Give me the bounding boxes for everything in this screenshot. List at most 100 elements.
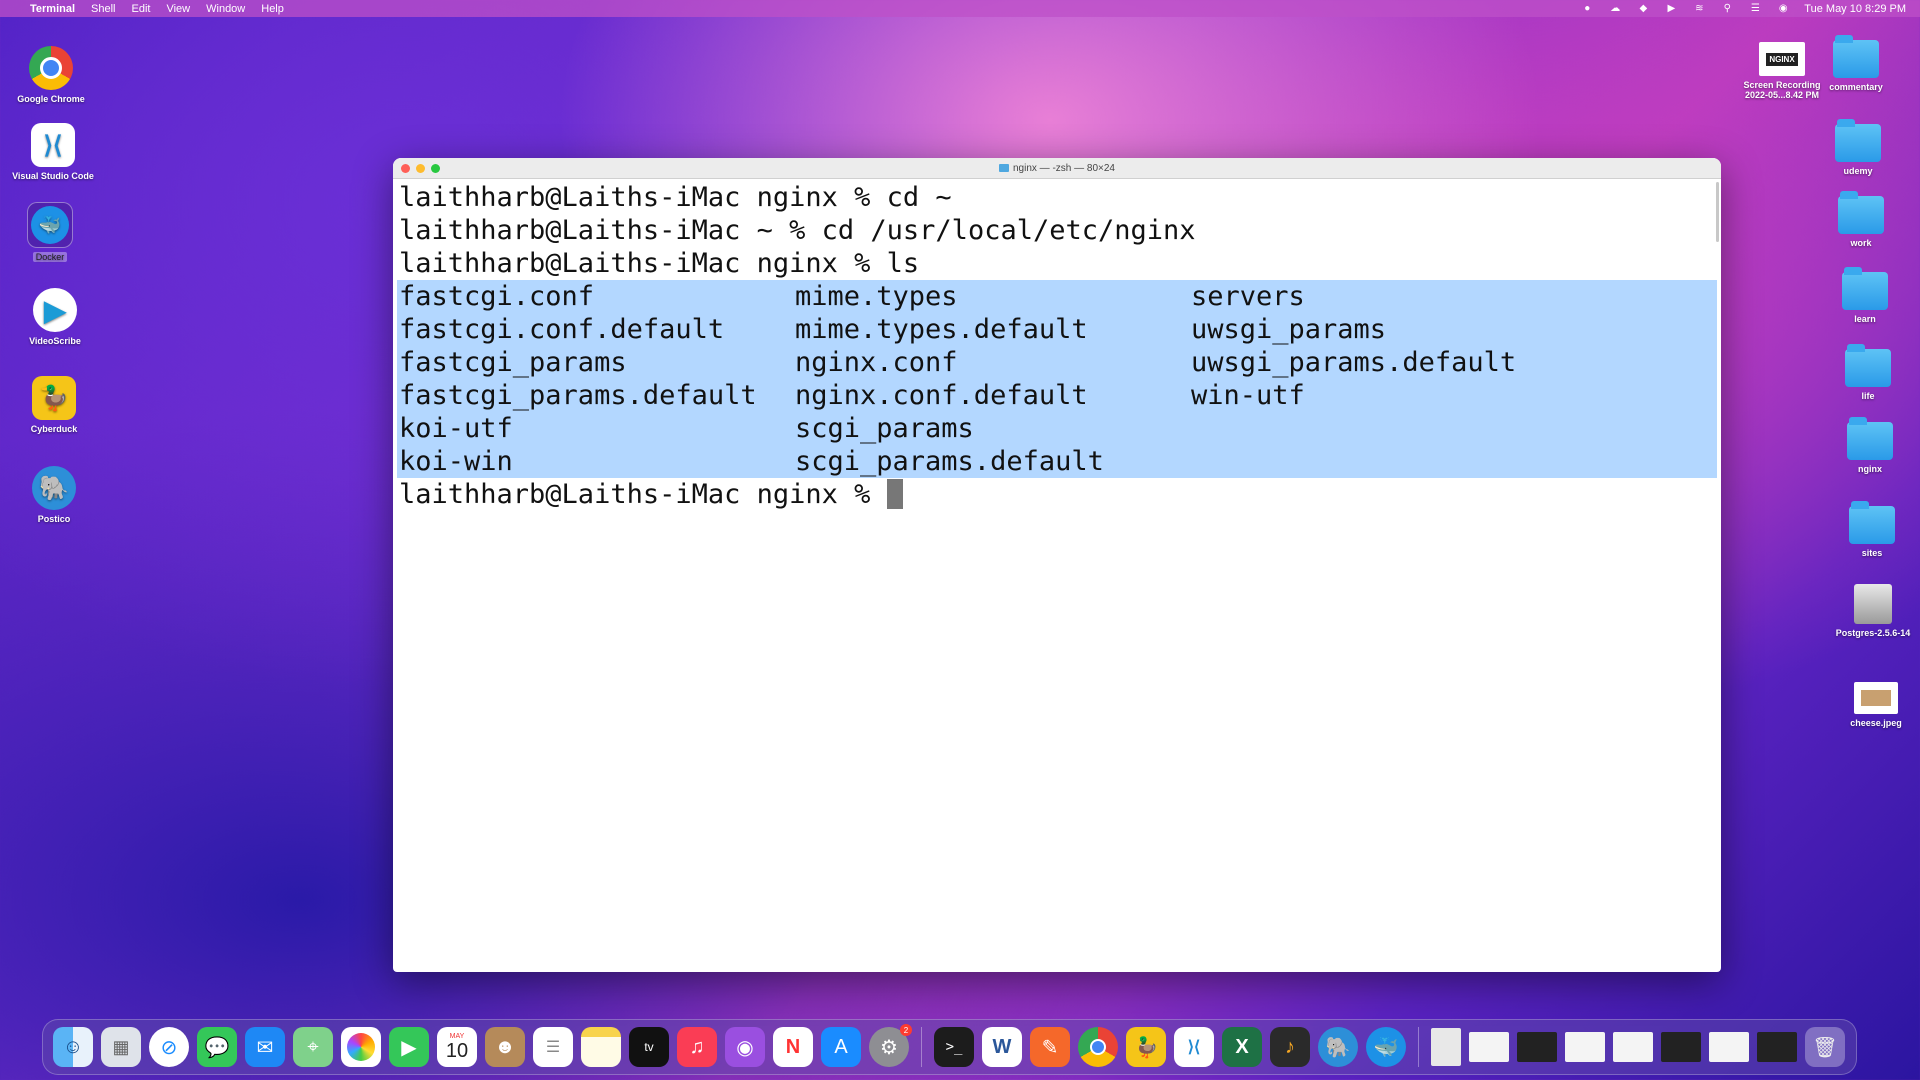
minimized-window-thumbnail[interactable]	[1757, 1032, 1797, 1062]
launchpad-icon[interactable]: ▦	[101, 1027, 141, 1067]
file-name: scgi_params.default	[795, 446, 1104, 477]
cyberduck-icon[interactable]: 🦆	[1126, 1027, 1166, 1067]
contacts-icon[interactable]: ☻	[485, 1027, 525, 1067]
file-name: fastcgi.conf	[399, 281, 595, 312]
record-icon[interactable]: ●	[1580, 3, 1594, 14]
scrollbar[interactable]	[1716, 182, 1719, 242]
terminal-content[interactable]: laithharb@Laiths-iMac nginx % cd ~ laith…	[393, 179, 1721, 513]
terminal-icon[interactable]: >_	[934, 1027, 974, 1067]
excel-icon[interactable]: X	[1222, 1027, 1262, 1067]
docker-icon[interactable]: 🐳	[1366, 1027, 1406, 1067]
folder-icon	[1833, 35, 1879, 78]
minimized-window-thumbnail[interactable]	[1517, 1032, 1557, 1062]
desktop-disk-image-postgres[interactable]: Postgres-2.5.6-14	[1823, 584, 1920, 638]
file-name: fastcgi_params	[399, 347, 627, 378]
menu-shell[interactable]: Shell	[91, 3, 115, 15]
podcasts-icon[interactable]: ◉	[725, 1027, 765, 1067]
sketch-icon[interactable]: ✎	[1030, 1027, 1070, 1067]
docker-icon: 🐳	[27, 202, 73, 248]
file-name	[1191, 412, 1591, 445]
trash-icon[interactable]: 🗑	[1805, 1027, 1845, 1067]
window-titlebar[interactable]: nginx — -zsh — 80×24	[393, 158, 1721, 179]
desktop-icon-postico[interactable]: 🐘 Postico	[4, 466, 104, 524]
file-name: nginx.conf	[795, 347, 958, 378]
menu-view[interactable]: View	[166, 3, 190, 15]
dock-separator	[1418, 1027, 1419, 1067]
messages-icon[interactable]: 💬	[197, 1027, 237, 1067]
menu-help[interactable]: Help	[261, 3, 284, 15]
desktop-icon-videoscribe[interactable]: ▶ VideoScribe	[5, 288, 105, 346]
photos-icon[interactable]	[341, 1027, 381, 1067]
mail-icon[interactable]: ✉	[245, 1027, 285, 1067]
minimized-window-thumbnail[interactable]	[1613, 1032, 1653, 1062]
ls-output-row: koi-win scgi_params.default	[399, 445, 1715, 478]
ls-output-selection[interactable]: fastcgi.conf mime.types servers fastcgi.…	[397, 280, 1717, 478]
file-name: fastcgi_params.default	[399, 380, 757, 411]
vscode-icon[interactable]: ⟩⟨	[1174, 1027, 1214, 1067]
desktop-folder-udemy[interactable]: udemy	[1808, 119, 1908, 176]
desktop-folder-work[interactable]: work	[1811, 191, 1911, 248]
terminal-window[interactable]: nginx — -zsh — 80×24 laithharb@Laiths-iM…	[393, 158, 1721, 972]
folder-icon	[1849, 501, 1895, 544]
menu-edit[interactable]: Edit	[132, 3, 151, 15]
app-store-icon[interactable]: A	[821, 1027, 861, 1067]
control-center-icon[interactable]: ☰	[1748, 3, 1762, 14]
desktop-file-cheese[interactable]: cheese.jpeg	[1826, 682, 1920, 728]
postico-icon[interactable]: 🐘	[1318, 1027, 1358, 1067]
ls-output-row: fastcgi_params.default nginx.conf.defaul…	[399, 379, 1715, 412]
document-icon[interactable]	[1431, 1028, 1461, 1066]
finder-icon[interactable]: ☺	[53, 1027, 93, 1067]
safari-icon[interactable]: ⊘	[149, 1027, 189, 1067]
share-icon[interactable]: ◆	[1636, 3, 1650, 14]
menu-window[interactable]: Window	[206, 3, 245, 15]
siri-icon[interactable]: ◉	[1776, 3, 1790, 14]
desktop-icon-label: sites	[1861, 548, 1883, 558]
file-name: scgi_params	[795, 413, 974, 444]
desktop-folder-life[interactable]: life	[1818, 344, 1918, 401]
thumbnail-text: NGINX	[1766, 52, 1798, 66]
minimized-window-thumbnail[interactable]	[1469, 1032, 1509, 1062]
desktop-folder-sites[interactable]: sites	[1822, 501, 1920, 558]
desktop-icon-label: Google Chrome	[17, 94, 85, 104]
wifi-icon[interactable]: ≋	[1692, 3, 1706, 14]
desktop-icon-cyberduck[interactable]: 🦆 Cyberduck	[4, 376, 104, 434]
cloud-icon[interactable]: ☁	[1608, 3, 1622, 14]
active-prompt-line[interactable]: laithharb@Laiths-iMac nginx %	[399, 478, 1715, 511]
notes-icon[interactable]	[581, 1027, 621, 1067]
system-preferences-icon[interactable]: ⚙ 2	[869, 1024, 912, 1067]
desktop-icon-label: Postgres-2.5.6-14	[1835, 628, 1911, 638]
calendar-icon[interactable]: MAY 10	[437, 1027, 477, 1067]
desktop-folder-nginx[interactable]: nginx	[1820, 417, 1920, 474]
file-name: uwsgi_params.default	[1191, 347, 1517, 378]
menu-bar: Terminal Shell Edit View Window Help ● ☁…	[0, 0, 1920, 17]
file-name: koi-utf	[399, 413, 513, 444]
word-icon[interactable]: W	[982, 1027, 1022, 1067]
chrome-icon[interactable]	[1078, 1027, 1118, 1067]
desktop-icon-label: Postico	[37, 514, 71, 524]
garageband-icon[interactable]: ♪	[1270, 1027, 1310, 1067]
reminders-icon[interactable]: ☰	[533, 1027, 573, 1067]
facetime-icon[interactable]: ▶	[389, 1027, 429, 1067]
desktop-icon-docker[interactable]: 🐳 Docker	[0, 202, 100, 262]
news-icon[interactable]: N	[773, 1027, 813, 1067]
desktop-icon-vscode[interactable]: ⟩⟨ Visual Studio Code	[3, 123, 103, 181]
music-icon[interactable]: ♫	[677, 1027, 717, 1067]
spotlight-search-icon[interactable]: ⚲	[1720, 3, 1734, 14]
desktop-icon-label: nginx	[1858, 464, 1882, 474]
desktop-icon-label: cheese.jpeg	[1850, 718, 1902, 728]
minimized-window-thumbnail[interactable]	[1565, 1032, 1605, 1062]
menu-terminal[interactable]: Terminal	[30, 3, 75, 15]
prompt: laithharb@Laiths-iMac nginx %	[399, 479, 887, 510]
minimized-window-thumbnail[interactable]	[1709, 1032, 1749, 1062]
desktop-folder-learn[interactable]: learn	[1815, 267, 1915, 324]
desktop-icon-chrome[interactable]: Google Chrome	[1, 46, 101, 104]
maps-icon[interactable]: ⌖	[293, 1027, 333, 1067]
desktop-icon-label: learn	[1854, 314, 1876, 324]
desktop-icon-label: udemy	[1843, 166, 1873, 176]
menu-clock[interactable]: Tue May 10 8:29 PM	[1804, 3, 1906, 15]
minimized-window-thumbnail[interactable]	[1661, 1032, 1701, 1062]
play-icon[interactable]: ▶	[1664, 3, 1678, 14]
window-title: nginx — -zsh — 80×24	[393, 163, 1721, 174]
desktop-folder-commentary[interactable]: commentary	[1806, 35, 1906, 92]
apple-tv-icon[interactable]: tv	[629, 1027, 669, 1067]
